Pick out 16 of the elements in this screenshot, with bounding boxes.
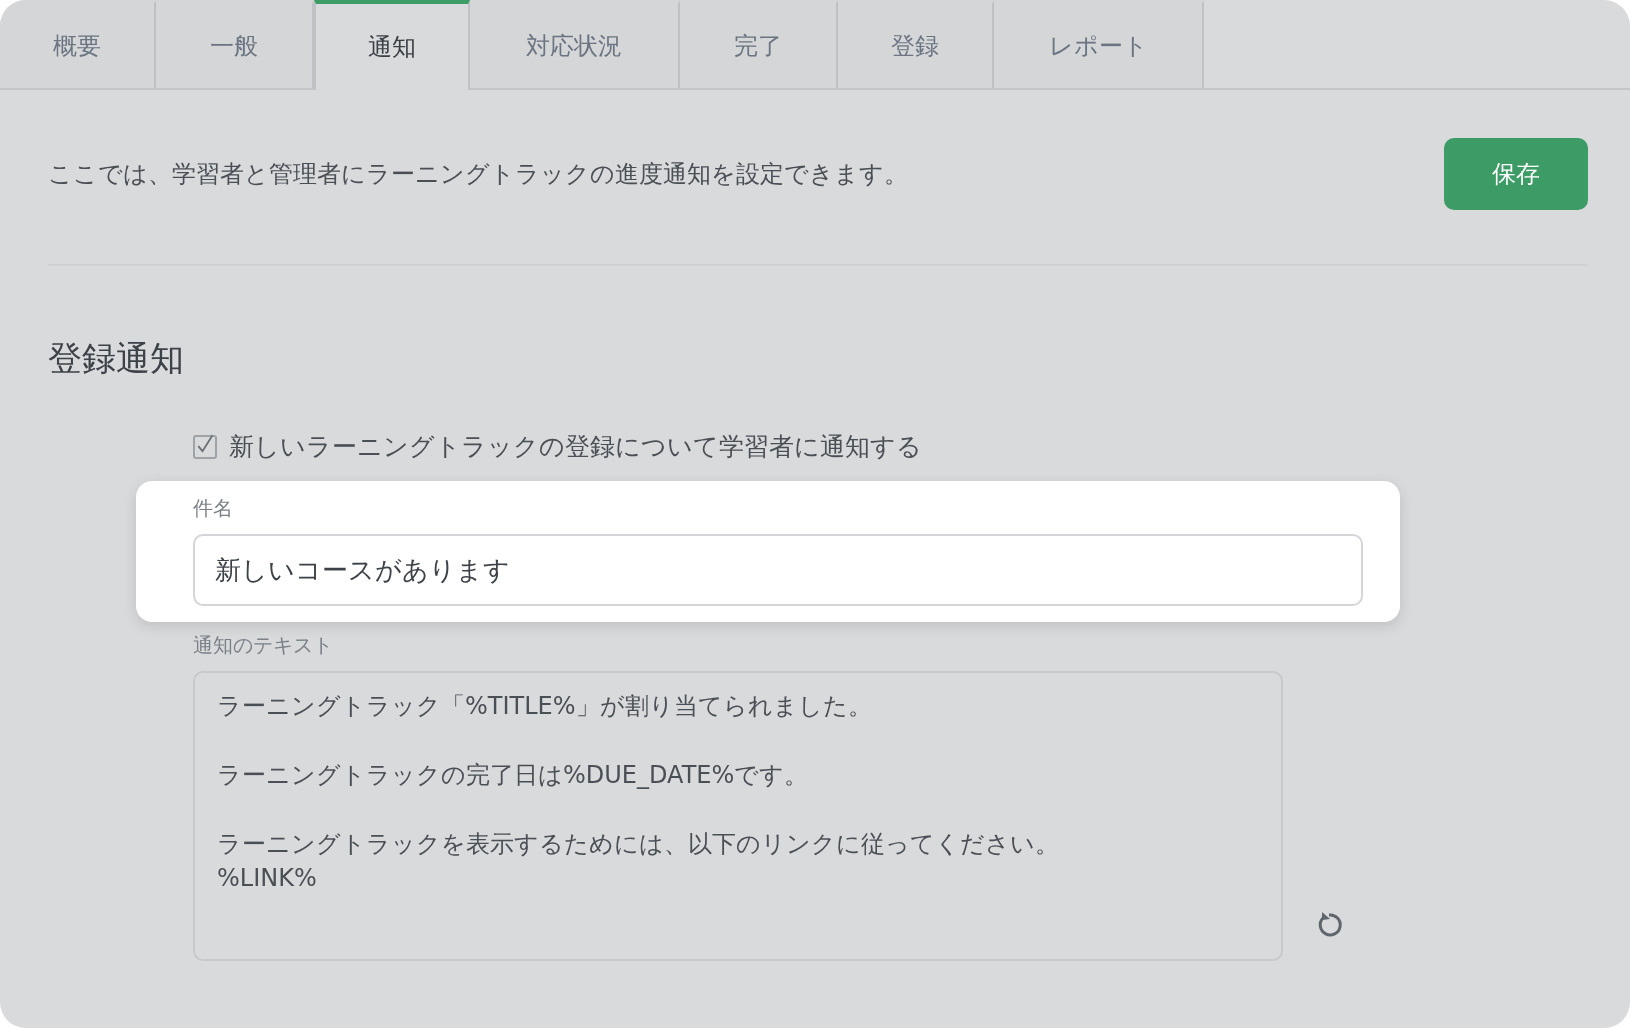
tab[interactable]: 通知 — [314, 0, 470, 90]
section-title: 登録通知 — [48, 337, 185, 380]
tab[interactable]: レポート — [994, 0, 1204, 88]
tab[interactable]: 一般 — [156, 0, 314, 88]
tab[interactable]: 登録 — [838, 0, 994, 88]
field-label: 件名 — [193, 495, 234, 522]
save-button[interactable]: 保存 — [1444, 138, 1588, 210]
message-textarea[interactable]: ラーニングトラック「%TITLE%」が割り当てられました。 ラーニングトラックの完了日は%DUE_DATE%です。 ラーニングトラックを表示するためには、以下のリンクに従ってください。 %LINK% — [193, 671, 1283, 961]
field-label: 通知のテキスト — [193, 632, 334, 659]
tab[interactable]: 完了 — [680, 0, 838, 88]
checkbox-label: 新しいラーニングトラックの登録について学習者に通知する — [229, 431, 922, 463]
subject-input[interactable]: 新しいコースがあります — [193, 534, 1363, 606]
checkbox[interactable] — [193, 434, 217, 459]
intro-text: ここでは、学習者と管理者にラーニングトラックの進度通知を設定できます。 — [48, 159, 908, 190]
tab[interactable]: 概要 — [0, 0, 156, 88]
tab[interactable]: 対応状況 — [470, 0, 680, 88]
